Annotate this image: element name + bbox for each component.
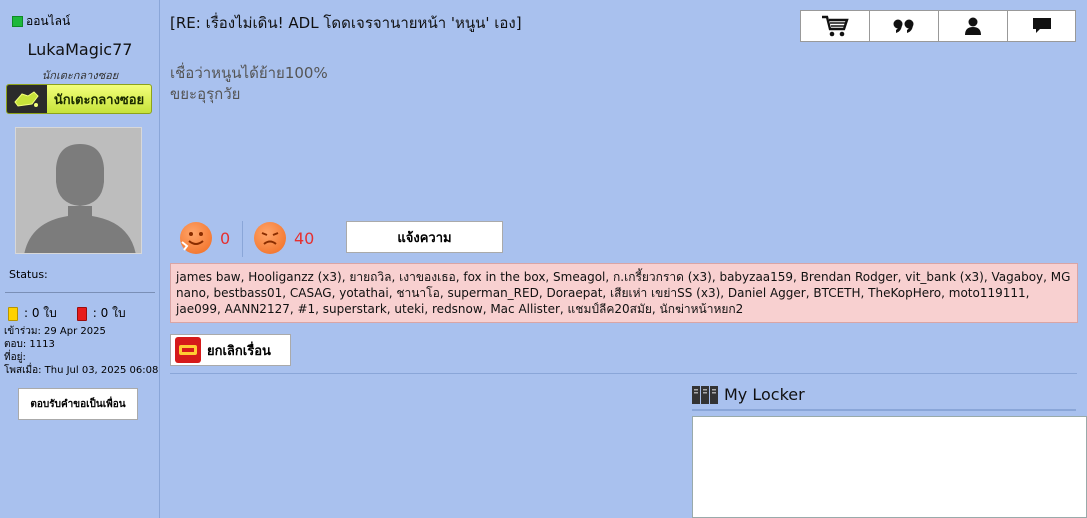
boot-icon — [7, 85, 47, 113]
accept-friend-button[interactable]: ตอบรับคำขอเป็นเพื่อน — [18, 388, 138, 420]
avatar[interactable] — [15, 127, 142, 254]
unfollow-button[interactable]: ยกเลิกเรื่อน — [170, 334, 291, 366]
club-logo-icon — [175, 337, 201, 363]
rank-badge: นักเตะกลางซอย — [6, 84, 152, 114]
angry-face-icon — [254, 222, 286, 254]
yellow-card-count: : 0 ใบ — [24, 306, 57, 320]
user-meta: เข้าร่วม: 29 Apr 2025 ตอบ: 1113 ที่อยู่:… — [4, 325, 158, 377]
sidebar-divider — [5, 292, 155, 293]
user-sidebar: ออนไลน์ LukaMagic77 นักเตะกลางซอย นักเตะ… — [0, 0, 160, 518]
card-counts: : 0 ใบ : 0 ใบ — [8, 304, 126, 323]
post-body-line: ขยะอุรุกวัย — [170, 85, 241, 103]
profile-button[interactable] — [938, 10, 1007, 42]
online-label: ออนไลน์ — [26, 14, 71, 28]
message-button[interactable] — [1007, 10, 1076, 42]
online-indicator: ออนไลน์ — [12, 12, 70, 31]
quote-icon — [893, 19, 914, 33]
unfollow-label: ยกเลิกเรื่อน — [207, 343, 271, 359]
reply-count: ตอบ: 1113 — [4, 339, 55, 350]
username[interactable]: LukaMagic77 — [0, 40, 160, 59]
rank-badge-label: นักเตะกลางซอย — [53, 92, 145, 108]
post-title: [RE: เรื่องไม่เดิน! ADL โดดเจรจานายหน้า … — [170, 14, 522, 32]
locker-underline — [692, 409, 1076, 411]
red-card-icon — [76, 306, 87, 321]
locker-content — [692, 416, 1087, 518]
dislike-count: 40 — [294, 228, 315, 248]
dislike-reaction[interactable]: 40 — [254, 222, 314, 254]
post-divider — [170, 373, 1077, 374]
user-icon — [965, 17, 981, 35]
status-label: Status: — [9, 268, 48, 281]
cart-icon — [822, 15, 849, 37]
joined-date: เข้าร่วม: 29 Apr 2025 — [4, 326, 106, 337]
online-status-icon — [12, 16, 23, 27]
locker-icon — [692, 385, 718, 404]
locker-title: My Locker — [724, 385, 805, 404]
like-face-icon — [180, 222, 212, 254]
cart-button[interactable] — [800, 10, 869, 42]
report-button[interactable]: แจ้งความ — [346, 221, 503, 253]
user-rank: นักเตะกลางซอย — [41, 69, 119, 82]
like-reaction[interactable]: 0 — [180, 222, 230, 254]
reaction-divider — [242, 221, 243, 257]
message-icon — [1032, 18, 1051, 33]
post-body-line: เชื่อว่าหนูนได้ย้าย100% — [170, 64, 328, 82]
yellow-card-icon — [8, 306, 18, 321]
post-time: โพสเมื่อ: Thu Jul 03, 2025 06:08 — [4, 365, 159, 376]
red-card-count: : 0 ใบ — [92, 306, 126, 320]
post-body: เชื่อว่าหนูนได้ย้าย100% ขยะอุรุกวัย — [170, 63, 328, 105]
quote-button[interactable] — [869, 10, 938, 42]
post-action-bar — [800, 10, 1076, 42]
location: ที่อยู่: — [4, 352, 26, 363]
like-count: 0 — [220, 228, 231, 248]
locker-header: My Locker — [692, 385, 805, 404]
likers-list: james baw, Hooliganzz (x3), ยายถวิล, เงา… — [170, 263, 1078, 323]
